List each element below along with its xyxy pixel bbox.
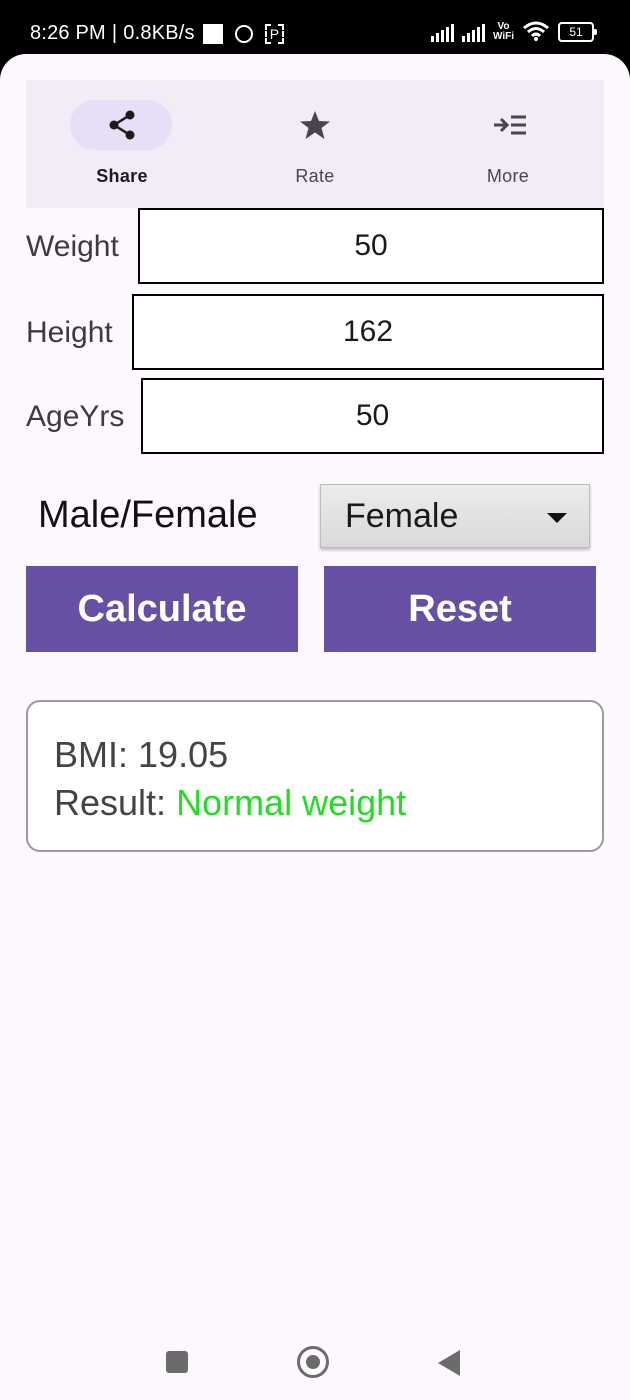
wifi-icon xyxy=(523,21,549,41)
app-screen: Share Rate More Weight 50 Height 162 Age… xyxy=(0,54,630,1400)
height-label: Height xyxy=(26,316,113,349)
back-triangle-icon[interactable] xyxy=(438,1350,460,1376)
signal-icon xyxy=(430,22,454,42)
status-separator: | xyxy=(111,22,118,44)
calculate-button[interactable]: Calculate xyxy=(26,566,298,652)
battery-level: 51 xyxy=(569,25,583,39)
recents-square-icon[interactable] xyxy=(166,1351,188,1373)
chevron-down-icon xyxy=(547,513,567,523)
app-badge-icon xyxy=(234,24,253,43)
nav-label-more: More xyxy=(486,166,530,186)
age-label: AgeYrs xyxy=(26,400,125,433)
weight-input[interactable]: 50 xyxy=(138,208,604,284)
age-input[interactable]: 50 xyxy=(141,378,604,454)
bmi-line: BMI: 19.05 xyxy=(54,734,228,776)
notification-square-icon xyxy=(202,23,223,44)
nav-item-more[interactable]: More xyxy=(412,80,604,208)
vowifi-indicator: Vo WiFi xyxy=(493,22,514,42)
status-network-speed: 0.8KB/s xyxy=(123,22,195,44)
gender-dropdown[interactable]: Female xyxy=(320,484,590,548)
top-navigation-bar: Share Rate More xyxy=(26,80,604,208)
result-label: Result: xyxy=(54,782,167,823)
status-right: Vo WiFi 51 xyxy=(430,20,597,42)
vowifi-bottom: WiFi xyxy=(492,31,514,42)
bmi-value: 19.05 xyxy=(138,734,229,775)
share-icon xyxy=(109,110,135,140)
nav-label-share: Share xyxy=(96,166,148,186)
gender-selected-value: Female xyxy=(345,497,459,535)
weight-label: Weight xyxy=(26,230,119,263)
more-list-icon xyxy=(494,115,526,135)
result-card: BMI: 19.05 Result: Normal weight xyxy=(26,700,604,852)
height-input[interactable]: 162 xyxy=(132,294,604,370)
home-circle-icon[interactable] xyxy=(297,1346,329,1378)
signal-icon xyxy=(461,22,485,42)
gender-label: Male/Female xyxy=(38,494,258,536)
status-time: 8:26 PM xyxy=(30,22,106,44)
result-value: Normal weight xyxy=(176,782,407,823)
result-line: Result: Normal weight xyxy=(54,782,406,824)
bmi-label: BMI: xyxy=(54,734,129,775)
battery-icon: 51 xyxy=(558,22,597,42)
status-left: 8:26 PM | 0.8KB/s P xyxy=(30,22,285,45)
p-icon: P xyxy=(264,23,285,44)
reset-button[interactable]: Reset xyxy=(324,566,596,652)
star-icon xyxy=(300,111,330,139)
status-bar: 8:26 PM | 0.8KB/s P Vo WiFi 51 xyxy=(0,0,630,60)
nav-item-share[interactable]: Share xyxy=(26,80,218,208)
system-navigation-bar xyxy=(0,1320,630,1400)
nav-label-rate: Rate xyxy=(295,166,335,186)
nav-item-rate[interactable]: Rate xyxy=(219,80,411,208)
